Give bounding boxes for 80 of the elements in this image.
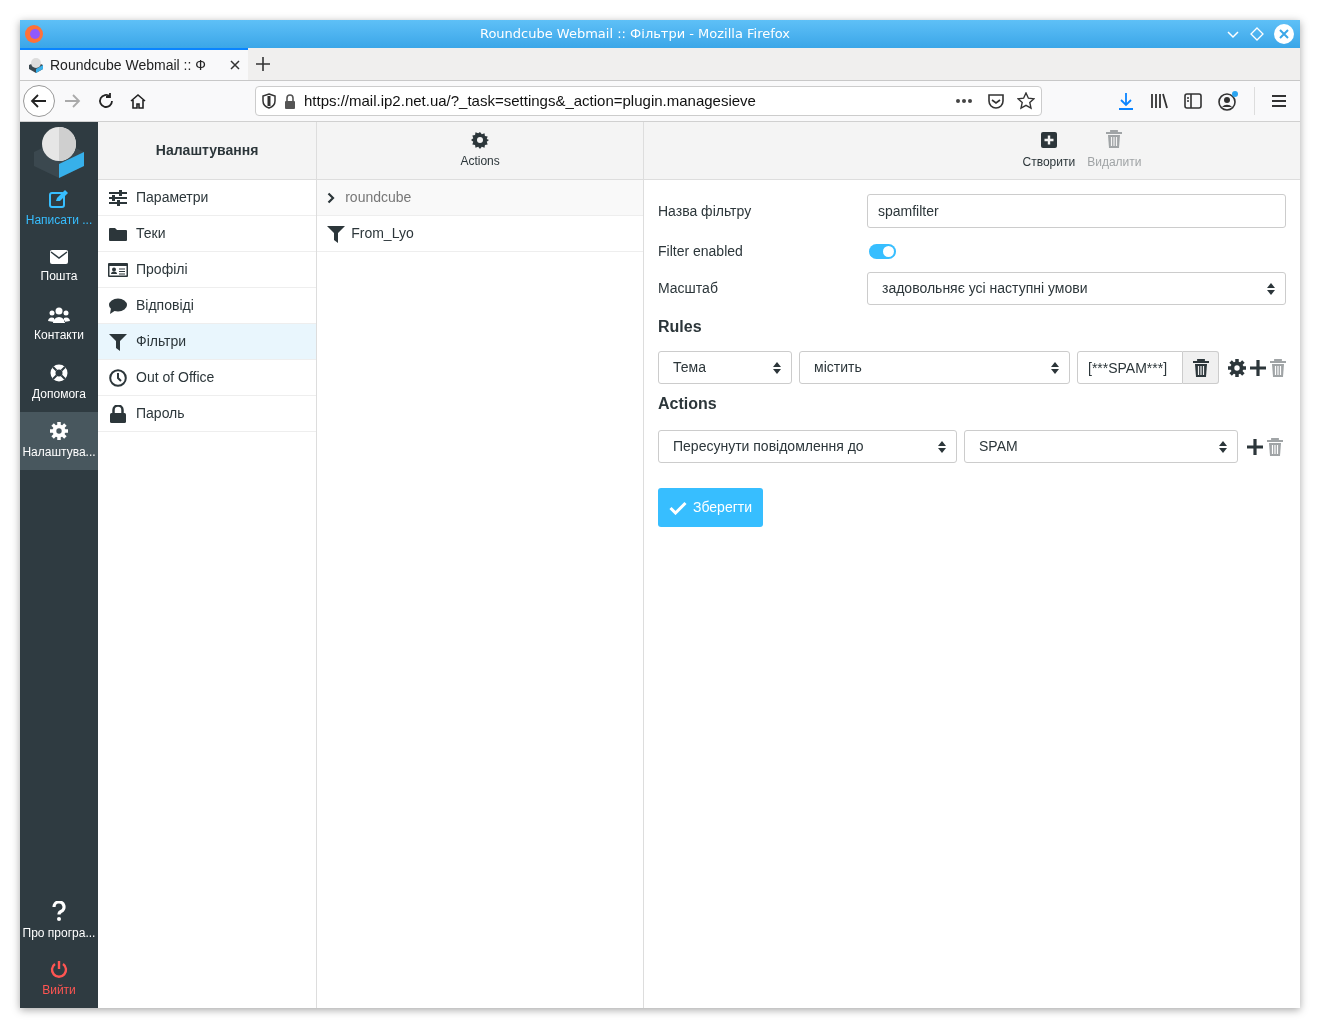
select-caret-icon bbox=[1267, 282, 1275, 295]
nav-item[interactable]: Допомога bbox=[20, 354, 98, 412]
cube-icon bbox=[28, 57, 44, 73]
star-icon[interactable] bbox=[1017, 92, 1035, 110]
shield-icon bbox=[262, 93, 276, 109]
library-icon[interactable] bbox=[1150, 93, 1168, 109]
envelope-icon bbox=[50, 249, 68, 264]
delete-value-button[interactable] bbox=[1183, 351, 1219, 384]
download-icon[interactable] bbox=[1118, 92, 1134, 110]
nav-item[interactable]: Пошта bbox=[20, 238, 98, 296]
delete-icon[interactable] bbox=[1192, 358, 1209, 377]
more-icon[interactable] bbox=[955, 98, 973, 104]
firefox-icon bbox=[24, 24, 44, 44]
close-icon[interactable] bbox=[230, 60, 240, 70]
field-label: Масштаб bbox=[658, 279, 719, 298]
reload-icon[interactable] bbox=[97, 92, 115, 110]
dropdown[interactable]: Пересунути повідомлення до bbox=[658, 430, 957, 463]
toggle-switch[interactable] bbox=[869, 243, 896, 259]
lock-icon bbox=[284, 93, 296, 109]
browser-tab[interactable]: Roundcube Webmail :: Ф bbox=[20, 48, 248, 80]
window-title: Roundcube Webmail :: Фільтри - Mozilla Firefox bbox=[478, 25, 792, 44]
select-caret-icon bbox=[1219, 440, 1227, 453]
settings-icon[interactable] bbox=[1228, 358, 1246, 377]
section-heading: Actions bbox=[658, 394, 718, 414]
settings-icon bbox=[50, 421, 68, 440]
filter-icon bbox=[327, 224, 346, 243]
nav-item[interactable]: Налаштува... bbox=[20, 412, 98, 470]
rule-value-field[interactable]: [***SPAM***] bbox=[1077, 351, 1183, 384]
home-icon[interactable] bbox=[129, 92, 147, 110]
account-icon[interactable] bbox=[1218, 91, 1238, 111]
add-icon[interactable] bbox=[1250, 359, 1266, 376]
back-icon bbox=[30, 92, 48, 110]
speech-bubble-icon bbox=[109, 297, 127, 314]
lifebuoy-icon bbox=[50, 363, 68, 382]
select-caret-icon bbox=[938, 440, 946, 453]
settings-icon bbox=[471, 131, 490, 149]
section-heading: Rules bbox=[658, 317, 703, 337]
select-caret-icon bbox=[1051, 361, 1059, 374]
chevron-right-icon bbox=[327, 191, 336, 204]
filter-list-item[interactable]: From_Lyo bbox=[317, 216, 643, 252]
menu-icon[interactable] bbox=[1271, 94, 1287, 108]
plus-icon bbox=[256, 57, 270, 71]
filter-set-row[interactable]: roundcube bbox=[317, 180, 643, 216]
people-icon bbox=[48, 306, 70, 323]
filter-set-name: roundcube bbox=[345, 188, 412, 207]
dropdown[interactable]: задовольняє усі наступні умови bbox=[867, 272, 1286, 305]
trash-icon bbox=[1106, 130, 1123, 148]
nav-item[interactable]: Контакти bbox=[20, 296, 98, 354]
filter-name-field[interactable]: spamfilter bbox=[867, 194, 1286, 228]
dropdown[interactable]: Тема bbox=[658, 351, 792, 384]
checkmark-icon bbox=[669, 500, 687, 515]
dropdown[interactable]: містить bbox=[799, 351, 1070, 384]
nav-item[interactable]: Написати ... bbox=[20, 180, 98, 238]
filter-icon bbox=[109, 332, 127, 351]
address-bar[interactable]: https://mail.ip2.net.ua/?_task=settings&_action=plugin.managesieve bbox=[255, 86, 1042, 116]
toolbar-button[interactable]: Створити bbox=[1022, 132, 1076, 171]
sliders-icon bbox=[109, 189, 127, 206]
back-button[interactable] bbox=[23, 85, 55, 117]
select-caret-icon bbox=[773, 361, 781, 374]
settings-menu-item[interactable]: Фільтри bbox=[98, 324, 317, 360]
nav-item[interactable]: Про програ... bbox=[20, 892, 98, 950]
sidebar-icon[interactable] bbox=[1184, 93, 1202, 109]
question-icon bbox=[52, 900, 66, 921]
compose-icon bbox=[49, 189, 69, 208]
clock-icon bbox=[109, 368, 127, 387]
logo-icon bbox=[32, 124, 86, 178]
field-label: Назва фільтру bbox=[658, 201, 753, 221]
field-label: Filter enabled bbox=[658, 241, 744, 261]
folder-icon bbox=[109, 226, 127, 241]
plus-square-icon bbox=[1040, 132, 1057, 148]
pocket-icon[interactable] bbox=[987, 92, 1005, 110]
lock-icon bbox=[110, 404, 126, 423]
url-text: https://mail.ip2.net.ua/?_task=settings&_action=plugin.managesieve bbox=[304, 90, 757, 111]
actions-button[interactable]: Actions bbox=[460, 131, 500, 170]
nav-item[interactable]: Вийти bbox=[20, 950, 98, 1008]
id-card-icon bbox=[108, 262, 128, 277]
panel-title: Налаштування bbox=[155, 141, 259, 160]
dropdown[interactable]: SPAM bbox=[964, 430, 1238, 463]
power-icon bbox=[50, 959, 68, 978]
add-icon[interactable] bbox=[1247, 438, 1263, 455]
